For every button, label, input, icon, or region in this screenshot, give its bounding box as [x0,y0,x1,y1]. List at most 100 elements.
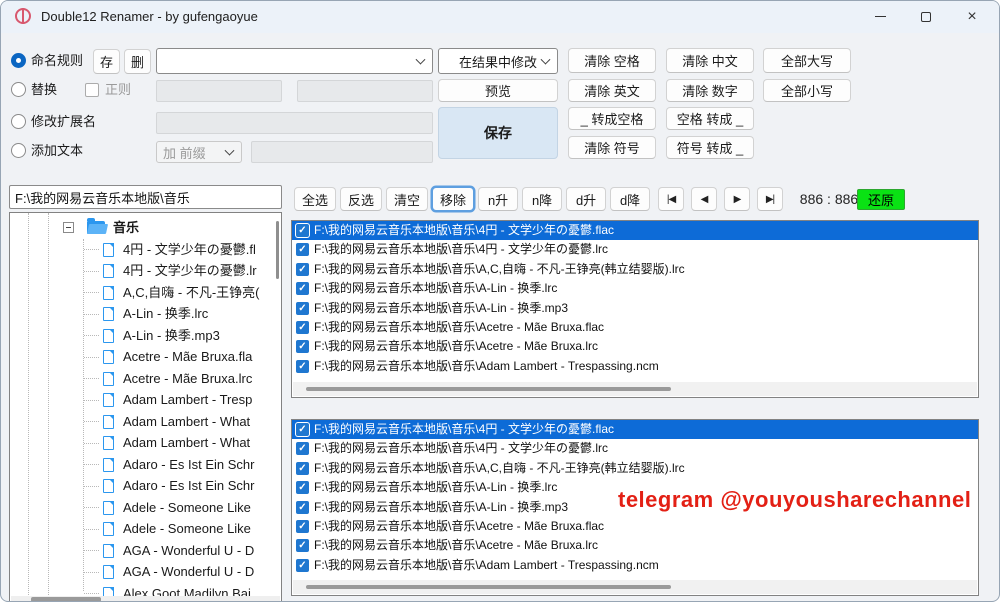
uppercase-button[interactable]: 全部大写 [763,48,851,73]
store-rule-button[interactable]: 存 [93,49,120,74]
list-item[interactable]: F:\我的网易云音乐本地版\音乐\4円 - 文学少年の憂鬱.lrc [292,439,978,458]
rule-select-combo[interactable] [156,48,433,74]
replace-from-input[interactable] [156,80,282,102]
toolbar-button[interactable]: 全选 [294,187,336,211]
radio-replace[interactable] [11,82,26,97]
clear-symbols-button[interactable]: 清除 符号 [568,136,656,159]
checked-checkbox-icon[interactable] [296,360,309,373]
checked-checkbox-icon[interactable] [296,302,309,315]
list-item[interactable]: F:\我的网易云音乐本地版\音乐\A,C,自嗨 - 不凡-王铮亮(韩立结婴版).… [292,459,978,478]
list-item[interactable]: F:\我的网易云音乐本地版\音乐\Adam Lambert - Trespass… [292,556,978,575]
tree-item[interactable]: A-Lin - 换季.mp3 [10,325,281,347]
tree-item[interactable]: Adaro - Es Ist Ein Schr [10,475,281,497]
radio-naming-rule[interactable] [11,53,26,68]
list-item[interactable]: F:\我的网易云音乐本地版\音乐\A,C,自嗨 - 不凡-王铮亮(韩立结婴版).… [292,260,978,279]
checked-checkbox-icon[interactable] [296,321,309,334]
nav-button[interactable]: |◀ [658,187,684,211]
checked-checkbox-icon[interactable] [296,442,309,455]
toolbar-button[interactable]: 移除 [432,187,474,211]
toolbar-button[interactable]: 反选 [340,187,382,211]
tree-item[interactable]: Acetre - Mãe Bruxa.lrc [10,368,281,390]
radio-add-text[interactable] [11,143,26,158]
tree-item[interactable]: 4円 - 文学少年の憂鬱.fl [10,239,281,261]
tree-item[interactable]: Adam Lambert - What [10,432,281,454]
tree-item[interactable]: Adaro - Es Ist Ein Schr [10,454,281,476]
space-to-underscore-button[interactable]: 空格 转成 _ [666,107,754,130]
checked-checkbox-icon[interactable] [296,243,309,256]
file-tree[interactable]: 音乐 4円 - 文学少年の憂鬱.fl 4円 - 文学少年の憂鬱.lr A,C,自… [9,212,282,602]
tree-item[interactable]: A-Lin - 换季.lrc [10,303,281,325]
replace-to-input[interactable] [297,80,433,102]
tree-item[interactable]: Adele - Someone Like [10,497,281,519]
radio-change-extension[interactable] [11,114,26,129]
prefix-suffix-combo[interactable]: 加 前缀 [156,141,242,163]
tree-item[interactable]: AGA - Wonderful U - D [10,540,281,562]
list-item[interactable]: F:\我的网易云音乐本地版\音乐\Acetre - Mãe Bruxa.lrc [292,536,978,555]
close-button[interactable]: × [949,1,995,32]
lowercase-button[interactable]: 全部小写 [763,79,851,102]
list-item[interactable]: F:\我的网易云音乐本地版\音乐\Acetre - Mãe Bruxa.lrc [292,337,978,356]
add-text-input[interactable] [251,141,433,163]
list-horizontal-scrollbar[interactable] [293,580,977,594]
extension-input[interactable] [156,112,433,134]
minimize-button[interactable] [857,1,903,32]
checked-checkbox-icon[interactable] [296,501,309,514]
checked-checkbox-icon[interactable] [296,539,309,552]
tree-item[interactable]: 4円 - 文学少年の憂鬱.lr [10,260,281,282]
checked-checkbox-icon[interactable] [296,462,309,475]
toolbar-button[interactable]: d降 [610,187,650,211]
collapse-expander-icon[interactable] [63,222,74,233]
symbol-to-underscore-button[interactable]: 符号 转成 _ [666,136,754,159]
tree-vertical-scrollbar[interactable] [276,221,279,279]
delete-rule-button[interactable]: 删 [124,49,151,74]
tree-item[interactable]: A,C,自嗨 - 不凡-王铮亮( [10,282,281,304]
toolbar-button[interactable]: n升 [478,187,518,211]
file-path-text: F:\我的网易云音乐本地版\音乐\A,C,自嗨 - 不凡-王铮亮(韩立结婴版).… [314,461,685,475]
preview-button[interactable]: 预览 [438,79,558,102]
checked-checkbox-icon[interactable] [296,520,309,533]
save-button[interactable]: 保存 [438,107,558,159]
clear-english-button[interactable]: 清除 英文 [568,79,656,102]
checked-checkbox-icon[interactable] [296,559,309,572]
tree-item[interactable]: Adam Lambert - Tresp [10,389,281,411]
source-file-list[interactable]: F:\我的网易云音乐本地版\音乐\4円 - 文学少年の憂鬱.flac F:\我的… [291,220,979,398]
checked-checkbox-icon[interactable] [296,340,309,353]
list-item[interactable]: F:\我的网易云音乐本地版\音乐\4円 - 文学少年の憂鬱.lrc [292,240,978,259]
checked-checkbox-icon[interactable] [296,282,309,295]
scrollbar-thumb[interactable] [31,597,101,602]
checked-checkbox-icon[interactable] [296,263,309,276]
checked-checkbox-icon[interactable] [296,423,309,436]
regex-checkbox[interactable] [85,83,99,97]
clear-chinese-button[interactable]: 清除 中文 [666,48,754,73]
list-item[interactable]: F:\我的网易云音乐本地版\音乐\Acetre - Mãe Bruxa.flac [292,517,978,536]
scrollbar-thumb[interactable] [306,387,671,391]
list-item[interactable]: F:\我的网易云音乐本地版\音乐\Acetre - Mãe Bruxa.flac [292,318,978,337]
scrollbar-thumb[interactable] [306,585,671,589]
tree-item[interactable]: Adele - Someone Like [10,518,281,540]
nav-button[interactable]: ▶ [724,187,750,211]
tree-item[interactable]: Adam Lambert - What [10,411,281,433]
checked-checkbox-icon[interactable] [296,224,309,237]
tree-item[interactable]: AGA - Wonderful U - D [10,561,281,583]
restore-button[interactable]: 还原 [857,189,905,210]
list-item[interactable]: F:\我的网易云音乐本地版\音乐\4円 - 文学少年の憂鬱.flac [292,221,978,240]
list-item[interactable]: F:\我的网易云音乐本地版\音乐\A-Lin - 换季.mp3 [292,299,978,318]
clear-space-button[interactable]: 清除 空格 [568,48,656,73]
checked-checkbox-icon[interactable] [296,481,309,494]
tree-horizontal-scrollbar[interactable] [11,596,280,602]
list-item[interactable]: F:\我的网易云音乐本地版\音乐\Adam Lambert - Trespass… [292,357,978,376]
toolbar-button[interactable]: d升 [566,187,606,211]
toolbar-button[interactable]: n降 [522,187,562,211]
list-item[interactable]: F:\我的网易云音乐本地版\音乐\4円 - 文学少年の憂鬱.flac [292,420,978,439]
list-horizontal-scrollbar[interactable] [293,382,977,396]
modify-scope-combo[interactable]: 在结果中修改 [438,48,558,74]
list-item[interactable]: F:\我的网易云音乐本地版\音乐\A-Lin - 换季.lrc [292,279,978,298]
underscore-to-space-button[interactable]: _ 转成空格 [568,107,656,130]
nav-button[interactable]: ◀ [691,187,717,211]
tree-folder-node[interactable]: 音乐 [10,217,281,239]
folder-path-input[interactable] [9,185,282,209]
maximize-button[interactable] [903,1,949,32]
tree-item[interactable]: Acetre - Mãe Bruxa.fla [10,346,281,368]
toolbar-button[interactable]: 清空 [386,187,428,211]
clear-digits-button[interactable]: 清除 数字 [666,79,754,102]
